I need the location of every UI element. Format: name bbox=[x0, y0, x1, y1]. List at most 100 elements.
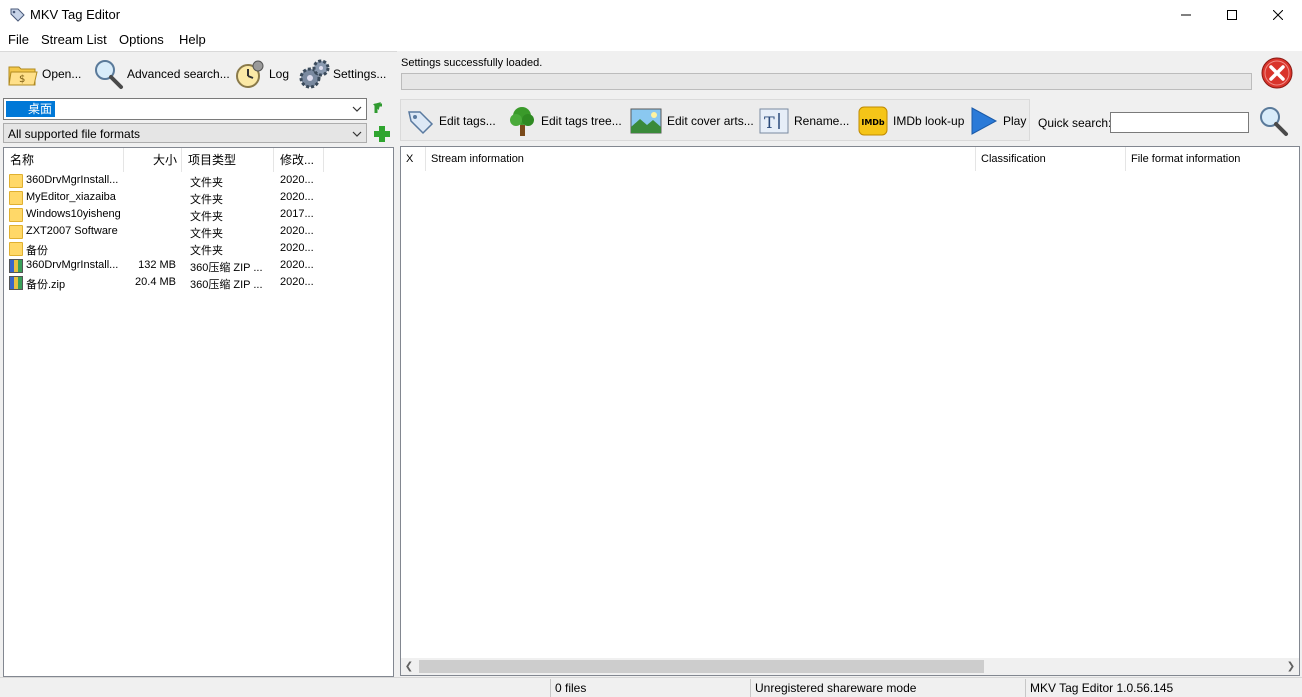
folder-select[interactable]: 桌面 bbox=[3, 98, 367, 120]
folder-icon bbox=[9, 174, 23, 188]
magnifier-icon bbox=[95, 60, 123, 89]
stop-icon[interactable] bbox=[1261, 57, 1293, 89]
column-x[interactable]: X bbox=[401, 147, 426, 171]
svg-text:IMDb: IMDb bbox=[861, 118, 885, 127]
file-modified: 2017... bbox=[280, 208, 314, 220]
file-type: 文件夹 bbox=[190, 194, 223, 206]
zip-archive-icon bbox=[9, 276, 23, 290]
log-button[interactable]: Log bbox=[234, 56, 289, 92]
file-type: 360压缩 ZIP ... bbox=[190, 262, 263, 274]
registration-status: Unregistered shareware mode bbox=[750, 679, 1025, 697]
folder-icon bbox=[9, 208, 23, 222]
file-list-row[interactable]: 备份 文件夹 2020... bbox=[4, 241, 393, 258]
scroll-left-icon[interactable]: ❮ bbox=[403, 661, 415, 672]
stream-table-header: X Stream information Classification File… bbox=[401, 147, 1299, 171]
file-list-header: 名称 大小 项目类型 修改... bbox=[4, 148, 393, 172]
column-size[interactable]: 大小 bbox=[124, 148, 182, 172]
add-icon[interactable] bbox=[372, 124, 392, 144]
file-list-row[interactable]: 360DrvMgrInstall... 文件夹 2020... bbox=[4, 173, 393, 190]
file-type: 文件夹 bbox=[190, 211, 223, 223]
quick-search-input[interactable] bbox=[1110, 112, 1249, 133]
file-list-row[interactable]: 360DrvMgrInstall... 132 MB 360压缩 ZIP ... 20… bbox=[4, 258, 393, 275]
menu-options[interactable]: Options bbox=[119, 32, 164, 47]
search-icon[interactable] bbox=[1257, 105, 1289, 137]
stream-toolbar: Edit tags... Edit tags tree... Edit cove… bbox=[400, 99, 1030, 141]
gears-icon bbox=[299, 59, 330, 89]
file-name: 备份 bbox=[26, 245, 48, 257]
svg-text:T: T bbox=[764, 113, 775, 132]
stream-panel: Settings successfully loaded. Edit tags.… bbox=[400, 51, 1302, 677]
format-select[interactable]: All supported file formats bbox=[3, 123, 367, 143]
file-list-row[interactable]: Windows10yisheng 文件夹 2017... bbox=[4, 207, 393, 224]
menu-file[interactable]: File bbox=[8, 32, 29, 47]
scroll-right-icon[interactable]: ❯ bbox=[1285, 661, 1297, 672]
imdb-lookup-button[interactable]: IMDb IMDb look-up bbox=[858, 105, 964, 137]
minimize-icon bbox=[1181, 14, 1191, 16]
quick-search-label: Quick search: bbox=[1038, 116, 1112, 130]
file-count: 0 files bbox=[550, 679, 750, 697]
stream-table[interactable]: X Stream information Classification File… bbox=[400, 146, 1300, 676]
file-size: 132 MB bbox=[138, 259, 176, 271]
file-list[interactable]: 名称 大小 项目类型 修改... 360DrvMgrInstall... 文件夹 2… bbox=[3, 147, 394, 677]
edit-tags-tree-label: Edit tags tree... bbox=[541, 114, 622, 128]
imdb-lookup-label: IMDb look-up bbox=[893, 114, 965, 128]
play-icon bbox=[971, 107, 998, 135]
status-bar: 0 files Unregistered shareware mode MKV … bbox=[0, 677, 1302, 697]
text-cursor-icon: T bbox=[759, 108, 789, 134]
left-toolbar: $ Open... Advanced search... Log Setting… bbox=[0, 52, 397, 96]
file-name: Windows10yisheng bbox=[26, 208, 121, 220]
column-classification[interactable]: Classification bbox=[976, 147, 1126, 171]
imdb-icon: IMDb bbox=[858, 106, 888, 136]
close-button[interactable] bbox=[1255, 0, 1301, 30]
scrollbar-thumb[interactable] bbox=[419, 660, 984, 673]
advanced-search-button[interactable]: Advanced search... bbox=[92, 56, 230, 92]
edit-cover-arts-button[interactable]: Edit cover arts... bbox=[630, 105, 754, 137]
clock-icon bbox=[236, 60, 264, 88]
open-button[interactable]: $ Open... bbox=[7, 56, 81, 92]
column-type[interactable]: 项目类型 bbox=[182, 148, 274, 172]
file-list-row[interactable]: MyEditor_xiazaiba 文件夹 2020... bbox=[4, 190, 393, 207]
menu-bar: File Stream List Options Help bbox=[0, 30, 1302, 50]
close-icon bbox=[1273, 10, 1283, 20]
progress-bar bbox=[401, 73, 1252, 90]
chevron-down-icon bbox=[352, 106, 362, 112]
column-name[interactable]: 名称 bbox=[4, 148, 124, 172]
up-folder-icon[interactable] bbox=[372, 99, 392, 119]
svg-text:$: $ bbox=[19, 74, 25, 85]
settings-button[interactable]: Settings... bbox=[298, 56, 386, 92]
maximize-button[interactable] bbox=[1209, 0, 1255, 30]
picture-icon bbox=[630, 108, 662, 134]
edit-tags-button[interactable]: Edit tags... bbox=[406, 105, 496, 137]
tree-icon bbox=[510, 107, 534, 136]
file-name: ZXT2007 Software bbox=[26, 225, 118, 237]
play-button[interactable]: Play bbox=[970, 105, 1026, 137]
settings-label: Settings... bbox=[333, 67, 387, 81]
file-list-row[interactable]: ZXT2007 Software 文件夹 2020... bbox=[4, 224, 393, 241]
folder-select-value: 桌面 bbox=[6, 101, 56, 117]
folder-icon bbox=[9, 225, 23, 239]
maximize-icon bbox=[1227, 10, 1237, 20]
file-type: 360压缩 ZIP ... bbox=[190, 279, 263, 291]
column-stream-information[interactable]: Stream information bbox=[426, 147, 976, 171]
folder-icon bbox=[9, 191, 23, 205]
window-title: MKV Tag Editor bbox=[30, 7, 121, 22]
edit-tags-label: Edit tags... bbox=[439, 114, 496, 128]
edit-cover-arts-label: Edit cover arts... bbox=[667, 114, 754, 128]
format-select-value: All supported file formats bbox=[8, 127, 141, 141]
column-file-format-information[interactable]: File format information bbox=[1126, 147, 1299, 171]
minimize-button[interactable] bbox=[1163, 0, 1209, 30]
file-type: 文件夹 bbox=[190, 245, 223, 257]
column-modified[interactable]: 修改... bbox=[274, 148, 324, 172]
file-list-row[interactable]: 备份.zip 20.4 MB 360压缩 ZIP ... 2020... bbox=[4, 275, 393, 292]
menu-stream-list[interactable]: Stream List bbox=[41, 32, 107, 47]
edit-tags-tree-button[interactable]: Edit tags tree... bbox=[508, 105, 622, 137]
tag-app-icon bbox=[10, 8, 25, 22]
tag-icon bbox=[408, 111, 434, 135]
horizontal-scrollbar[interactable]: ❮ ❯ bbox=[401, 658, 1299, 675]
rename-button[interactable]: T Rename... bbox=[759, 105, 849, 137]
play-label: Play bbox=[1003, 114, 1027, 128]
menu-help[interactable]: Help bbox=[179, 32, 206, 47]
file-modified: 2020... bbox=[280, 242, 314, 254]
file-name: MyEditor_xiazaiba bbox=[26, 191, 116, 203]
app-version: MKV Tag Editor 1.0.56.145 bbox=[1025, 679, 1302, 697]
